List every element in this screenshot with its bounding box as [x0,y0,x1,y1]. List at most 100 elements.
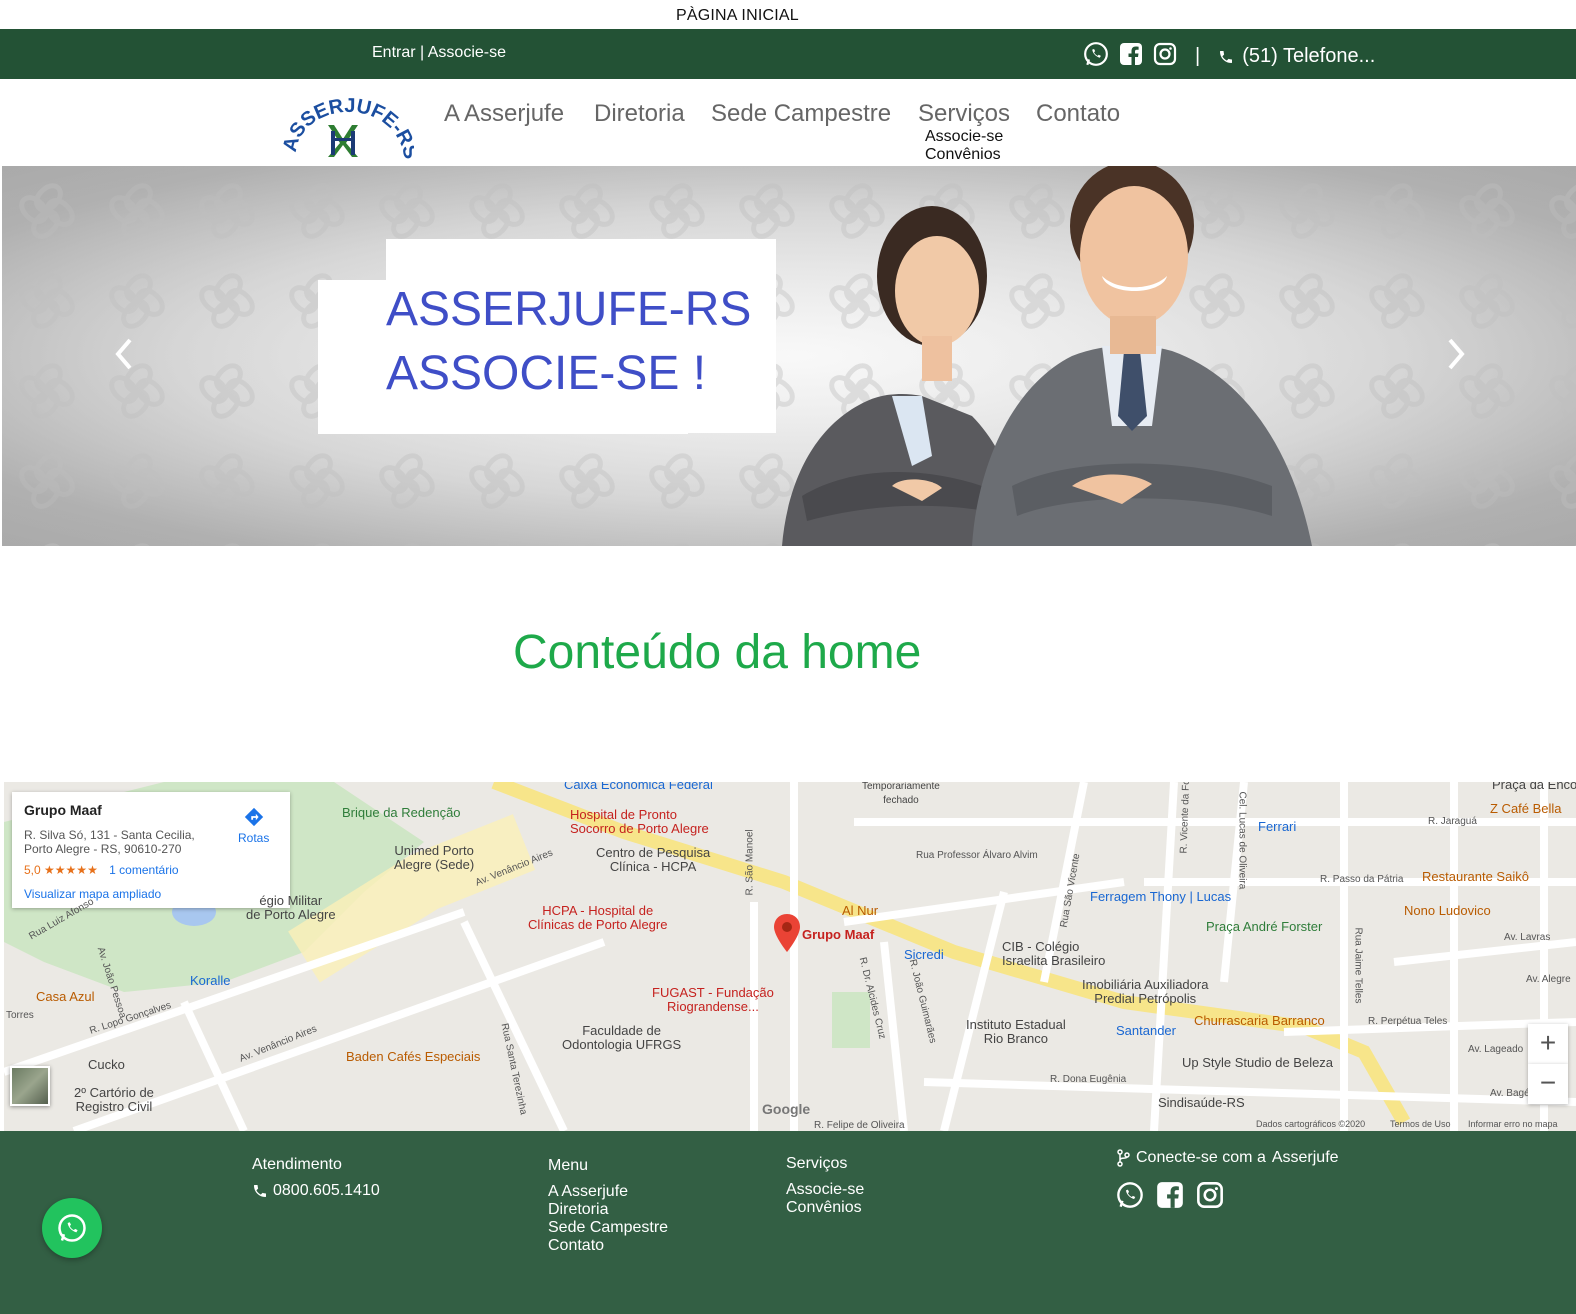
map-directions-button[interactable]: Rotas [238,806,269,845]
carousel-prev[interactable] [112,336,136,381]
servicos-submenu: Associe-se Convênios [925,128,1003,164]
nav-servicos[interactable]: Serviços [918,100,1010,128]
social-links: | (51) Telefone... [1083,41,1375,72]
map-rating: 5,0 ★★★★★ 1 comentário [24,863,278,877]
map-label-hpsp[interactable]: Hospital de Pronto Socorro de Porto Aleg… [570,808,709,836]
phone-icon [254,1185,266,1197]
map-report-link[interactable]: Informar erro no mapa [1468,1119,1558,1129]
map-label-koralle[interactable]: Koralle [190,974,230,988]
whatsapp-icon[interactable] [1116,1181,1144,1214]
map-directions-label: Rotas [238,831,270,845]
carousel-next[interactable] [1444,336,1468,381]
footer-link-sede-campestre[interactable]: Sede Campestre [548,1219,668,1237]
map-pin-icon[interactable] [774,914,800,952]
google-logo: Google [762,1101,811,1117]
header-phone[interactable]: (51) Telefone... [1218,45,1375,68]
page-title-bar: PÀGINA INICIAL [0,0,1576,29]
submenu-associe-se[interactable]: Associe-se [925,128,1003,146]
map-comments-link[interactable]: 1 comentário [109,863,178,877]
map-label-cucko[interactable]: Cucko [88,1058,125,1072]
street-label: Av. Bagé [1490,1088,1530,1099]
footer-link-convenios[interactable]: Convênios [786,1199,864,1217]
map-label-hcpa-centro[interactable]: Centro de Pesquisa Clínica - HCPA [596,846,710,874]
map-label-casa-azul[interactable]: Casa Azul [36,990,95,1004]
map-label-upstyle[interactable]: Up Style Studio de Beleza [1182,1056,1333,1070]
map-layer-toggle[interactable] [10,1066,50,1106]
map-label-grupo-maaf[interactable]: Grupo Maaf [802,928,874,942]
map-label-baden[interactable]: Baden Cafés Especiais [346,1050,480,1064]
map-rating-stars: ★★★★★ [44,863,98,877]
footer-connect-heading: Conecte-se com a Asserjufe [1116,1149,1339,1167]
map-label-faculdade[interactable]: Faculdade de Odontologia UFRGS [562,1024,681,1052]
footer-connect: Conecte-se com a Asserjufe [1116,1149,1339,1214]
street-label: Torres [6,1010,34,1021]
page-title: PÀGINA INICIAL [676,7,799,24]
nav-sede-campestre[interactable]: Sede Campestre [711,100,891,128]
map-label-zcafe[interactable]: Z Café Bella [1490,802,1562,816]
footer-atendimento-heading: Atendimento [252,1156,342,1173]
nav-contato[interactable]: Contato [1036,100,1120,128]
map-info-card: Grupo Maaf R. Silva Só, 131 - Santa Ceci… [12,792,290,908]
map-label-hcpa[interactable]: HCPA - Hospital de Clínicas de Porto Ale… [528,904,667,932]
footer-link-associe-se[interactable]: Associe-se [786,1181,864,1199]
footer-atendimento: Atendimento 0800.605.1410 [252,1156,380,1200]
whatsapp-float-button[interactable] [42,1198,102,1258]
map-label-colegio-militar[interactable]: égio Militar de Porto Alegre [246,894,336,922]
site-logo[interactable]: ASSERJUFE-RS [279,83,422,169]
instagram-icon[interactable] [1196,1181,1224,1214]
nav-diretoria[interactable]: Diretoria [594,100,685,128]
map-label-instituto[interactable]: Instituto Estadual Rio Branco [966,1018,1066,1046]
map-label-cib[interactable]: CIB - Colégio Israelita Brasileiro [1002,940,1105,968]
directions-icon [244,807,263,827]
embedded-map[interactable]: Grupo Maaf R. Silva Só, 131 - Santa Ceci… [4,782,1576,1131]
zoom-in-icon[interactable]: + [1528,1024,1568,1064]
login-link[interactable]: Entrar [372,44,416,61]
map-label-imobiliaria[interactable]: Imobiliária Auxiliadora Predial Petrópol… [1082,978,1208,1006]
whatsapp-icon[interactable] [1083,41,1109,72]
main-navigation: ASSERJUFE-RS A Asserjufe Diretoria Sede … [0,79,1576,167]
map-label-caixa[interactable]: Caixa Econômica Federal [564,782,713,792]
footer-menu-heading: Menu [548,1157,589,1174]
footer-servicos: Serviços Associe-se Convênios [786,1155,864,1217]
map-label-ferragem[interactable]: Ferragem Thony | Lucas [1090,890,1231,904]
facebook-icon[interactable] [1119,42,1143,71]
footer-link-diretoria[interactable]: Diretoria [548,1201,668,1219]
map-label-unimed[interactable]: Unimed Porto Alegre (Sede) [394,844,474,872]
submenu-convenios[interactable]: Convênios [925,146,1003,164]
instagram-icon[interactable] [1153,42,1177,71]
facebook-icon[interactable] [1156,1181,1184,1214]
map-label-praca-encol[interactable]: Praça da Enco [1492,782,1576,792]
nav-a-asserjufe[interactable]: A Asserjufe [444,100,564,128]
map-label-nono[interactable]: Nono Ludovico [1404,904,1491,918]
map-enlarge-link[interactable]: Visualizar mapa ampliado [24,887,278,901]
street-label: Cel. Lucas de Oliveira [1236,791,1248,890]
street-label: R. Dona Eugênia [1050,1074,1127,1085]
footer-link-a-asserjufe[interactable]: A Asserjufe [548,1183,668,1201]
zoom-out-icon[interactable]: − [1528,1064,1568,1104]
chevron-right-icon [1448,338,1465,370]
map-label-temp-closed: Temporariamente fechado [862,782,940,806]
map-label-fugast[interactable]: FUGAST - Fundação Riograndense... [652,986,774,1014]
footer-servicos-heading: Serviços [786,1155,848,1172]
share-icon [1117,1149,1130,1167]
footer-phone[interactable]: 0800.605.1410 [252,1182,380,1200]
footer-menu: Menu A Asserjufe Diretoria Sede Campestr… [548,1157,668,1255]
map-label-cartorio[interactable]: 2º Cartório de Registro Civil [74,1086,154,1114]
map-label-alnur[interactable]: Al Nur [842,904,878,918]
street-label: Av. Lageado [1468,1044,1524,1055]
footer-link-contato[interactable]: Contato [548,1237,668,1255]
map-terms-link[interactable]: Termos de Uso [1390,1119,1451,1129]
street-label: Av. Lavras [1504,932,1551,943]
map-label-churrascaria[interactable]: Churrascaria Barranco [1194,1014,1325,1028]
map-label-brique[interactable]: Brique da Redenção [342,806,461,820]
street-label: Rua Professor Álvaro Alvim [916,850,1038,861]
map-label-restaurante-saiko[interactable]: Restaurante Saikô [1422,870,1529,884]
street-label: Av. Alegre [1526,974,1571,985]
map-label-ferrari[interactable]: Ferrari [1258,820,1296,834]
map-label-santander[interactable]: Santander [1116,1024,1176,1038]
register-link[interactable]: Associe-se [428,44,506,61]
street-label: R. São Manoel [744,829,756,896]
map-label-praca-andre[interactable]: Praça André Forster [1206,920,1322,934]
hero-carousel: ASSERJUFE-RS ASSOCIE-SE ! [2,166,1576,546]
map-label-sindisaude[interactable]: Sindisaúde-RS [1158,1096,1245,1110]
